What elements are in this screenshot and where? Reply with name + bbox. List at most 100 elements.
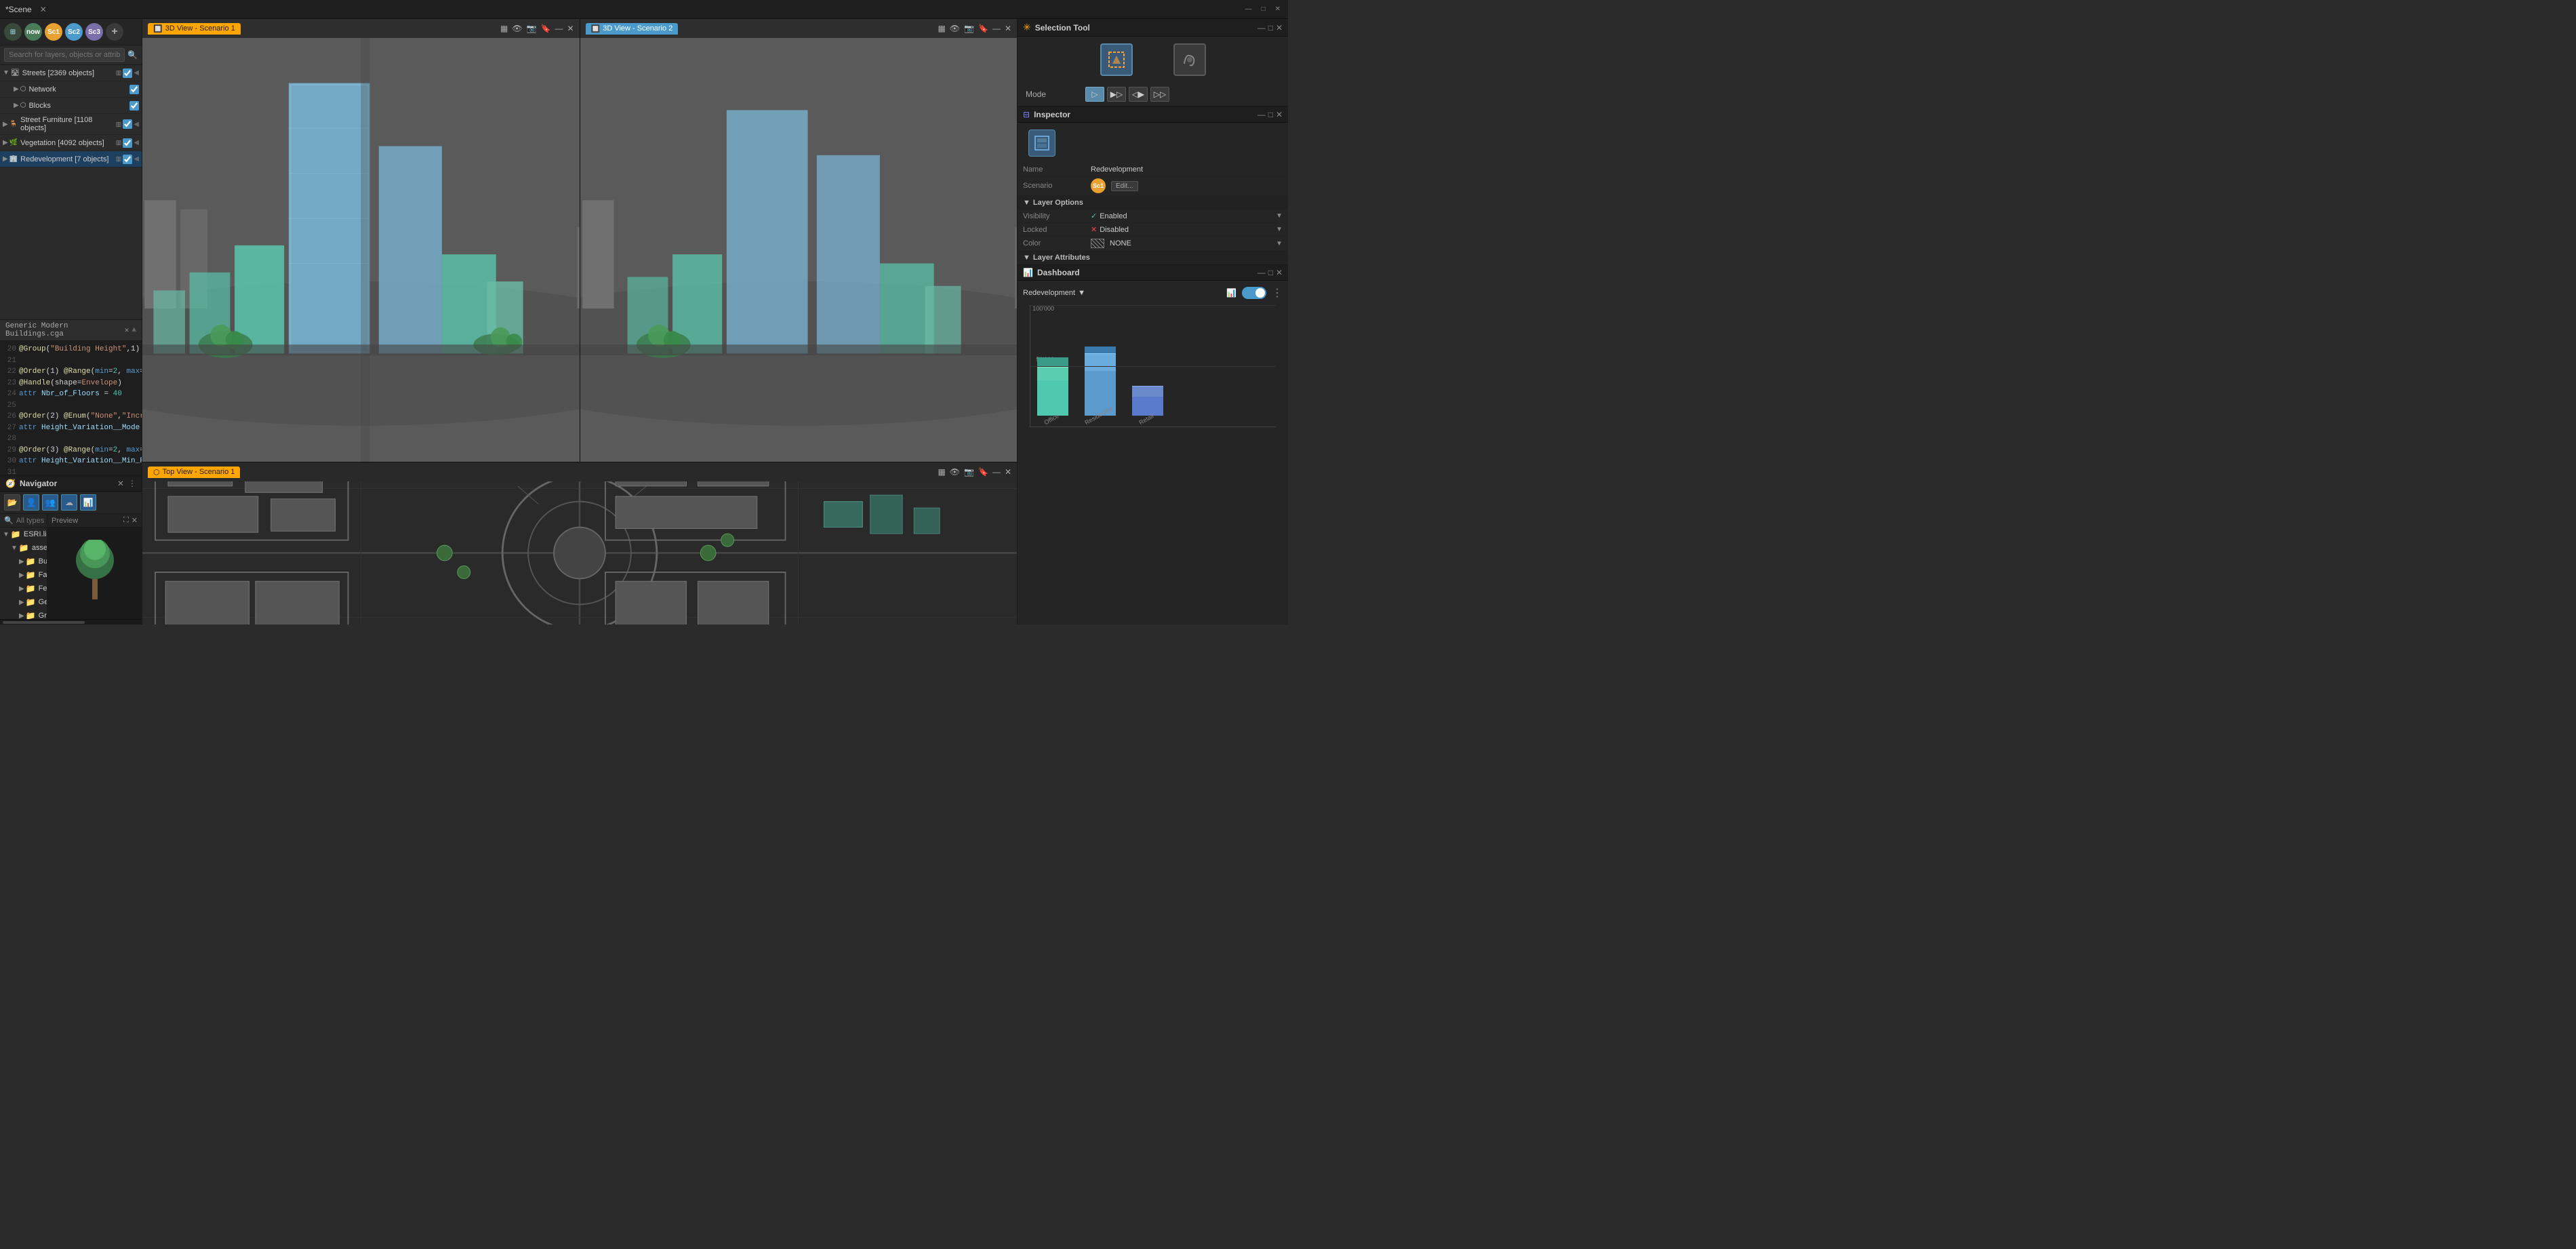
nav-person-btn[interactable]: 👤 bbox=[23, 494, 39, 511]
navigator-search-input[interactable] bbox=[16, 517, 47, 525]
view1-bars-icon[interactable]: ▦ bbox=[500, 24, 508, 33]
mode-btn-3[interactable]: ◁▶ bbox=[1129, 87, 1148, 102]
scene-icon-btn[interactable]: ⊞ bbox=[4, 23, 22, 41]
bottom-view-title-tab[interactable]: ⬡ Top View - Scenario 1 bbox=[148, 467, 240, 478]
scenario-sc1-btn[interactable]: Sc1 bbox=[45, 23, 62, 41]
dashboard-filter-label[interactable]: Redevelopment ▼ bbox=[1023, 289, 1085, 297]
view2-camera-icon[interactable]: 📷 bbox=[964, 24, 974, 33]
dashboard-close-btn[interactable]: ✕ bbox=[1276, 268, 1283, 277]
code-tab-name[interactable]: Generic Modern Buildings.cga bbox=[5, 322, 119, 338]
layer-vegetation[interactable]: ▶ 🌿 Vegetation [4092 objects] ▥ ◀ bbox=[0, 135, 142, 151]
view1-icon: 🔲 bbox=[153, 24, 163, 33]
scenario-now-btn[interactable]: now bbox=[24, 23, 42, 41]
view1-title-tab[interactable]: 🔲 3D View - Scenario 1 bbox=[148, 23, 241, 35]
code-line-26: 26@Order(2) @Enum("None","Increasing","D… bbox=[3, 411, 139, 422]
sel-tool-maximize-btn[interactable]: □ bbox=[1268, 23, 1273, 33]
maximize-btn[interactable]: □ bbox=[1260, 5, 1268, 13]
streets-visibility-checkbox[interactable] bbox=[123, 68, 132, 78]
redevelopment-visibility-checkbox[interactable] bbox=[123, 155, 132, 164]
view2-minus-icon[interactable]: — bbox=[992, 24, 1001, 33]
dashboard-maximize-btn[interactable]: □ bbox=[1268, 268, 1273, 277]
color-dropdown[interactable]: NONE ▼ bbox=[1091, 239, 1283, 248]
visibility-value: Enabled bbox=[1100, 212, 1127, 220]
dashboard-chart-icon[interactable]: 📊 bbox=[1226, 288, 1236, 298]
view1-eye-icon[interactable]: 👁 bbox=[512, 24, 522, 33]
layer-search-input[interactable] bbox=[4, 48, 125, 62]
bottom-bars-icon[interactable]: ▦ bbox=[938, 467, 945, 477]
code-content[interactable]: 20@Group("Building Height",1) 21 22@Orde… bbox=[0, 341, 142, 475]
furniture-visibility-checkbox[interactable] bbox=[123, 119, 132, 129]
nav-item-fences[interactable]: ▶ 📁 Fences bbox=[0, 582, 47, 595]
view2-eye-icon[interactable]: 👁 bbox=[950, 24, 960, 33]
inspector-minimize-btn[interactable]: — bbox=[1257, 110, 1266, 119]
view1-minus-icon[interactable]: — bbox=[555, 24, 563, 33]
bottom-eye-icon[interactable]: 👁 bbox=[950, 467, 960, 477]
bottom-camera-icon[interactable]: 📷 bbox=[964, 467, 974, 477]
layer-street-furniture[interactable]: ▶ 🪑 Street Furniture [1108 objects] ▥ ◀ bbox=[0, 114, 142, 135]
nav-cloud-btn[interactable]: ☁ bbox=[61, 494, 77, 511]
preview-expand-btn[interactable]: ⛶ bbox=[123, 516, 129, 525]
sel-tool-close-btn[interactable]: ✕ bbox=[1276, 23, 1283, 33]
layer-attributes-section[interactable]: ▼ Layer Attributes bbox=[1018, 251, 1288, 264]
layer-redevelopment[interactable]: ▶ 🏢 Redevelopment [7 objects] ▥ ◀ bbox=[0, 151, 142, 167]
navigator-close-btn[interactable]: ✕ bbox=[117, 479, 124, 488]
view1-camera-icon[interactable]: 📷 bbox=[527, 24, 537, 33]
blocks-visibility-checkbox[interactable] bbox=[129, 101, 139, 111]
streets-layer-icon: 🛣 bbox=[11, 69, 20, 77]
view1-icons: ▦ 👁 📷 🔖 — ✕ bbox=[500, 24, 574, 33]
layer-network[interactable]: ▶ ⬡ Network bbox=[0, 81, 142, 98]
title-close[interactable]: ✕ bbox=[40, 5, 47, 14]
layer-options-section[interactable]: ▼ Layer Options bbox=[1018, 196, 1288, 210]
view2-close-icon[interactable]: ✕ bbox=[1005, 24, 1011, 33]
code-scroll-up[interactable]: ▲ bbox=[132, 326, 136, 334]
minimize-btn[interactable]: — bbox=[1243, 5, 1254, 13]
nav-item-buildings[interactable]: ▶ 📁 Buildings bbox=[0, 555, 47, 568]
dashboard-toggle[interactable] bbox=[1242, 287, 1266, 299]
left-panel: ⊞ now Sc1 Sc2 Sc3 + 🔍 ▼ 🛣 Streets [2369 … bbox=[0, 19, 142, 624]
scenario-sc3-btn[interactable]: Sc3 bbox=[85, 23, 103, 41]
close-btn[interactable]: ✕ bbox=[1273, 5, 1283, 13]
add-scenario-btn[interactable]: + bbox=[106, 23, 123, 41]
inspector-name-row: Name Redevelopment bbox=[1018, 163, 1288, 176]
navigator-more-btn[interactable]: ⋮ bbox=[128, 479, 136, 488]
code-tab-close[interactable]: ✕ bbox=[125, 325, 129, 335]
inspector-maximize-btn[interactable]: □ bbox=[1268, 110, 1273, 119]
nav-folder-open-btn[interactable]: 📂 bbox=[4, 494, 20, 511]
preview-close-btn[interactable]: ✕ bbox=[132, 516, 138, 525]
nav-chart-btn[interactable]: 📊 bbox=[80, 494, 96, 511]
bottom-close-icon[interactable]: ✕ bbox=[1005, 467, 1011, 477]
selection-rect-icon[interactable] bbox=[1100, 43, 1133, 76]
dashboard-minimize-btn[interactable]: — bbox=[1257, 268, 1266, 277]
redevelopment-scroll: ◀ bbox=[134, 155, 139, 163]
layer-blocks[interactable]: ▶ ⬡ Blocks bbox=[0, 98, 142, 114]
bottom-bookmark-icon[interactable]: 🔖 bbox=[978, 467, 988, 477]
layer-streets[interactable]: ▼ 🛣 Streets [2369 objects] ▥ ◀ bbox=[0, 65, 142, 81]
view1-close-icon[interactable]: ✕ bbox=[567, 24, 573, 33]
visibility-dropdown[interactable]: ✓ Enabled ▼ bbox=[1091, 212, 1283, 220]
locked-dropdown[interactable]: ✕ Disabled ▼ bbox=[1091, 225, 1283, 234]
mode-btn-2[interactable]: ▶▷ bbox=[1107, 87, 1126, 102]
inspector-close-btn[interactable]: ✕ bbox=[1276, 110, 1283, 119]
view2-bookmark-icon[interactable]: 🔖 bbox=[978, 24, 988, 33]
vegetation-visibility-checkbox[interactable] bbox=[123, 138, 132, 148]
mode-btn-1[interactable]: ▷ bbox=[1085, 87, 1104, 102]
view2-title-tab[interactable]: 🔲 3D View - Scenario 2 bbox=[586, 23, 679, 35]
scenario-sc2-btn[interactable]: Sc2 bbox=[65, 23, 83, 41]
dashboard-more-btn[interactable]: ⋮ bbox=[1272, 286, 1283, 300]
nav-item-facades[interactable]: ▶ 📁 Facades bbox=[0, 568, 47, 582]
inspector-edit-btn[interactable]: Edit... bbox=[1111, 181, 1138, 191]
selection-lasso-icon[interactable] bbox=[1173, 43, 1206, 76]
bottom-minus-icon[interactable]: — bbox=[992, 467, 1001, 477]
nav-item-groundcover[interactable]: ▶ 📁 Groundcover bbox=[0, 609, 47, 619]
nav-scrollbar[interactable] bbox=[0, 619, 142, 624]
mode-btn-4[interactable]: ▷▷ bbox=[1150, 87, 1169, 102]
nav-item-esrilib[interactable]: ▼ 📁 ESRI.lib bbox=[0, 528, 47, 541]
view2-bars-icon[interactable]: ▦ bbox=[938, 24, 945, 33]
rect-select-svg bbox=[1107, 50, 1126, 69]
sel-tool-minimize-btn[interactable]: — bbox=[1257, 23, 1266, 33]
nav-item-assets[interactable]: ▼ 📁 assets bbox=[0, 541, 47, 555]
view1-bookmark-icon[interactable]: 🔖 bbox=[540, 24, 550, 33]
network-visibility-checkbox[interactable] bbox=[129, 85, 139, 94]
nav-group-btn[interactable]: 👥 bbox=[42, 494, 58, 511]
nav-item-general[interactable]: ▶ 📁 General bbox=[0, 595, 47, 609]
